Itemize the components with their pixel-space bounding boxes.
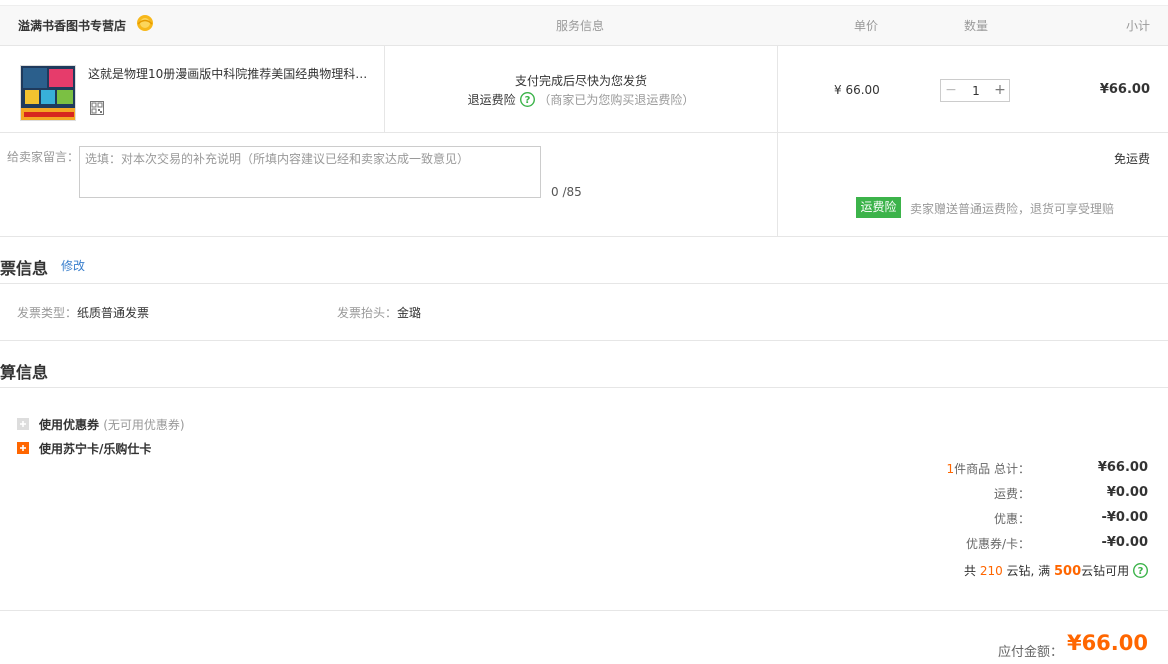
help-icon[interactable]: ?: [519, 92, 535, 107]
diamond-suffix: 云钻可用: [1081, 564, 1130, 578]
product-title-link[interactable]: 这就是物理10册漫画版中科院推荐美国经典物理科普书: [88, 65, 373, 82]
shipping-insurance-desc: 卖家赠送普通运费险，退货可享受理赔: [910, 202, 1115, 216]
header-quantity: 数量: [964, 19, 989, 33]
svg-text:?: ?: [1138, 566, 1144, 577]
pay-amount-value: ¥66.00: [1066, 631, 1148, 655]
return-insurance-label: 退运费险: [467, 93, 516, 107]
invoice-header-label: 发票抬头：: [337, 306, 398, 320]
summary-coupon-card-value: -¥0.00: [1101, 535, 1148, 550]
quantity-stepper: − 1 +: [940, 79, 1010, 102]
message-label: 给卖家留言：: [7, 150, 80, 164]
quantity-input[interactable]: 1: [961, 80, 991, 101]
coupon-expand-icon[interactable]: [17, 418, 29, 430]
diamond-mid: 云钻, 满: [1006, 564, 1051, 578]
product-cover-image: [21, 66, 75, 120]
quantity-minus-button[interactable]: −: [941, 80, 961, 101]
invoice-type-row: 发票类型：纸质普通发票: [17, 304, 149, 321]
store-medal-icon: [137, 15, 153, 31]
coupon-option[interactable]: 使用优惠券 (无可用优惠券): [39, 416, 185, 433]
summary-total-label: 1件商品 总计：: [947, 460, 1030, 477]
diamond-prefix: 共: [963, 564, 976, 578]
card-expand-icon[interactable]: [17, 442, 29, 454]
divider: [384, 46, 385, 133]
store-name[interactable]: 溢满书香图书专营店: [18, 17, 126, 34]
invoice-section-title: 发票信息: [0, 259, 49, 278]
card-option-label[interactable]: 使用苏宁卡/乐购仕卡: [39, 440, 151, 457]
summary-shipping-value: ¥0.00: [1106, 485, 1148, 500]
settlement-section-title: 结算信息: [0, 363, 49, 382]
invoice-header-value: 金璐: [397, 306, 422, 320]
divider: [0, 610, 1168, 611]
summary-total-value: ¥66.00: [1097, 460, 1148, 475]
divider: [0, 340, 1168, 341]
cloud-diamond-line: 共 210 云钻, 满 500云钻可用 ?: [964, 562, 1148, 579]
shipping-insurance-badge: 运费险: [856, 197, 901, 218]
header-service: 服务信息: [556, 19, 605, 33]
item-subtotal: ¥66.00: [1099, 82, 1150, 97]
invoice-type-value: 纸质普通发票: [77, 306, 150, 320]
diamond-count: 210: [979, 564, 1003, 578]
unit-price: ¥ 66.00: [834, 83, 880, 97]
divider: [0, 387, 1168, 388]
return-insurance-line: 退运费险 ? （商家已为您购买退运费险）: [385, 91, 777, 108]
message-char-count: 0 /85: [551, 185, 582, 199]
item-count-label: 件商品 总计：: [954, 462, 1030, 476]
header-unit-price: 单价: [854, 19, 879, 33]
header-subtotal: 小计: [1126, 19, 1151, 33]
summary-shipping-label: 运费：: [993, 487, 1030, 501]
delivery-note: 支付完成后尽快为您发货: [514, 74, 647, 88]
invoice-edit-link[interactable]: 修改: [61, 257, 85, 274]
free-shipping-text: 免运费: [1113, 152, 1150, 166]
help-icon[interactable]: ?: [1133, 563, 1148, 578]
diamond-threshold: 500: [1054, 564, 1082, 579]
pay-amount-label: 应付金额：: [998, 645, 1064, 660]
product-thumbnail[interactable]: [20, 65, 76, 121]
svg-text:?: ?: [524, 95, 530, 106]
message-textarea[interactable]: 选填：对本次交易的补充说明（所填内容建议已经和卖家达成一致意见）: [79, 146, 541, 198]
summary-coupon-card-label: 优惠券/卡：: [965, 537, 1030, 551]
invoice-type-label: 发票类型：: [17, 306, 78, 320]
quantity-plus-button[interactable]: +: [991, 80, 1009, 101]
summary-discount-value: -¥0.00: [1101, 510, 1148, 525]
return-insurance-note: （商家已为您购买退运费险）: [538, 93, 695, 107]
summary-discount-label: 优惠：: [993, 512, 1030, 526]
divider: [0, 283, 1168, 284]
qr-code-icon[interactable]: [90, 101, 104, 115]
coupon-label: 使用优惠券: [39, 418, 100, 432]
coupon-note: (无可用优惠券): [103, 418, 185, 432]
invoice-header-row: 发票抬头：金璐: [337, 304, 421, 321]
